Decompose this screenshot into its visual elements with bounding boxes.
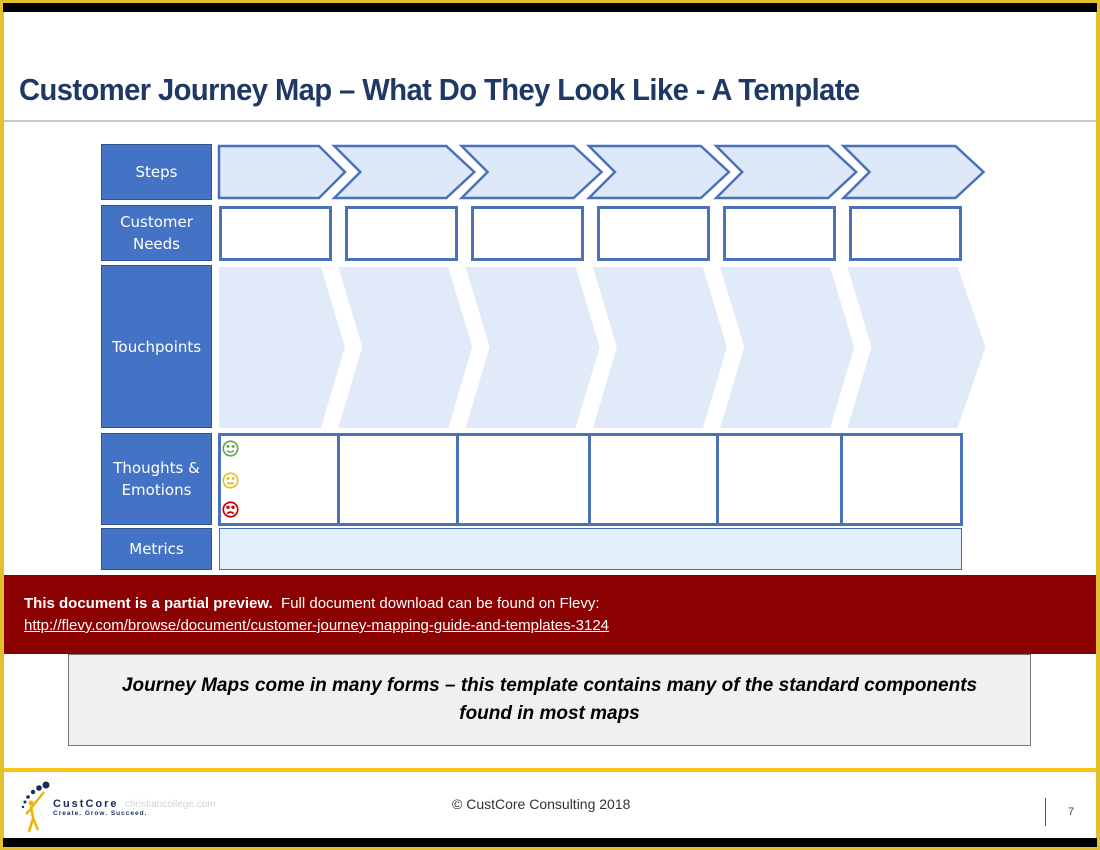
touchpoint-chevron-4	[592, 267, 727, 428]
step-chevron-5	[713, 144, 859, 200]
touchpoint-chevron-5	[720, 267, 855, 428]
happy-face-icon	[222, 440, 239, 457]
preview-message: This document is a partial preview. Full…	[24, 595, 600, 612]
customer-need-box-3	[471, 206, 584, 261]
touchpoint-chevron-3	[465, 267, 600, 428]
note-text: Journey Maps come in many forms – this t…	[121, 675, 978, 724]
step-chevron-2	[331, 144, 477, 200]
customer-need-box-4	[597, 206, 710, 261]
row-label-metrics-text: Metrics	[129, 540, 184, 558]
thoughts-divider-1	[337, 433, 340, 526]
flevy-document-link[interactable]: http://flevy.com/browse/document/custome…	[24, 617, 609, 634]
metrics-box	[219, 528, 962, 570]
touchpoint-chevron-1	[219, 267, 345, 428]
footer-divider	[4, 768, 1096, 772]
preview-banner	[4, 575, 1096, 654]
logo-tagline: Create. Grow. Succeed.	[53, 810, 148, 817]
frame-bottom-black-bar	[3, 838, 1097, 847]
watermark-text: christiancollege.com	[125, 799, 216, 810]
step-chevron-4	[585, 144, 731, 200]
preview-text: Full document download can be found on F…	[281, 595, 600, 612]
customer-need-box-5	[723, 206, 836, 261]
step-chevron-3	[458, 144, 604, 200]
customer-need-box-2	[345, 206, 458, 261]
step-chevron-6	[840, 144, 986, 200]
step-chevron-1	[217, 144, 347, 200]
sad-face-icon	[222, 501, 239, 518]
touchpoint-chevron-6	[847, 267, 986, 428]
thoughts-divider-4	[716, 433, 719, 526]
thoughts-divider-2	[456, 433, 459, 526]
logo-name: CustCore	[53, 798, 119, 810]
note-box: Journey Maps come in many forms – this t…	[68, 654, 1031, 746]
preview-bold-text: This document is a partial preview.	[24, 595, 273, 612]
row-label-thoughts-emotions-text: Thoughts & Emotions	[113, 459, 200, 499]
thoughts-divider-5	[840, 433, 843, 526]
row-label-metrics: Metrics	[101, 528, 212, 570]
customer-need-box-1	[219, 206, 332, 261]
customer-need-box-6	[849, 206, 962, 261]
page-number: 7	[1068, 806, 1075, 818]
neutral-face-icon	[222, 472, 239, 489]
page-number-divider	[1045, 798, 1046, 826]
logo-figure-icon	[21, 781, 50, 833]
thoughts-divider-3	[588, 433, 591, 526]
row-label-thoughts-emotions: Thoughts & Emotions	[101, 433, 212, 525]
copyright-text: © CustCore Consulting 2018	[452, 796, 631, 812]
touchpoint-chevron-2	[338, 267, 473, 428]
custcore-logo: CustCore Create. Grow. Succeed. christia…	[20, 780, 216, 835]
